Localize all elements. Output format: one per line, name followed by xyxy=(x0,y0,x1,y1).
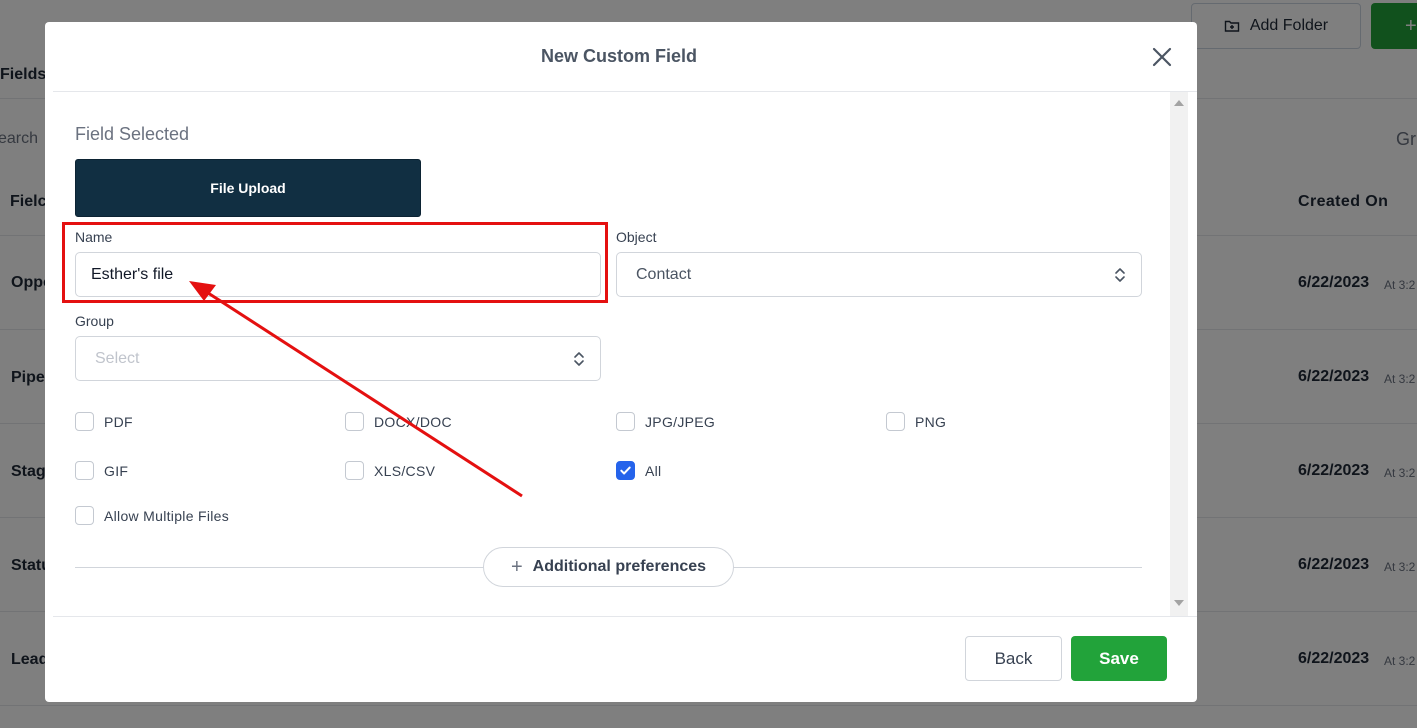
additional-preferences-label: Additional preferences xyxy=(532,558,707,575)
close-icon xyxy=(1152,47,1172,67)
new-custom-field-modal: New Custom Field Field Selected File Upl… xyxy=(45,22,1197,702)
checkbox-docx-doc[interactable]: DOCX/DOC xyxy=(345,412,452,431)
object-select-value: Contact xyxy=(636,265,692,283)
close-button[interactable] xyxy=(1150,45,1174,69)
checkbox-box[interactable] xyxy=(345,461,364,480)
select-arrows-icon xyxy=(1115,268,1125,282)
checkbox-label: PDF xyxy=(104,413,133,430)
check-icon xyxy=(620,466,631,475)
save-button[interactable]: Save xyxy=(1071,636,1167,681)
checkbox-label: All xyxy=(645,462,662,479)
field-selected-title: Field Selected xyxy=(75,124,190,144)
checkbox-box[interactable] xyxy=(616,412,635,431)
additional-preferences-button[interactable]: + Additional preferences xyxy=(483,547,734,587)
group-select-placeholder: Select xyxy=(95,349,140,367)
checkbox-label: GIF xyxy=(104,462,129,479)
modal-title: New Custom Field xyxy=(541,46,698,66)
checkbox-box[interactable] xyxy=(75,506,94,525)
modal-body: Field Selected File Upload Name Esther's… xyxy=(53,92,1170,616)
checkbox-box[interactable] xyxy=(75,412,94,431)
checkbox-box[interactable] xyxy=(75,461,94,480)
annotation-highlight-box xyxy=(62,222,608,303)
checkbox-pdf[interactable]: PDF xyxy=(75,412,133,431)
checkbox-label: JPG/JPEG xyxy=(645,413,716,430)
modal-scrollbar[interactable] xyxy=(1170,92,1188,616)
checkbox-png[interactable]: PNG xyxy=(886,412,946,431)
back-button[interactable]: Back xyxy=(965,636,1062,681)
checkbox-all[interactable]: All xyxy=(616,461,661,480)
footer-divider xyxy=(53,616,1197,617)
checkbox-label: DOCX/DOC xyxy=(374,413,452,430)
checkbox-box[interactable] xyxy=(886,412,905,431)
group-label: Group xyxy=(75,313,114,329)
object-label: Object xyxy=(616,229,657,245)
checkbox-xls-csv[interactable]: XLS/CSV xyxy=(345,461,435,480)
checkbox-jpg-jpeg[interactable]: JPG/JPEG xyxy=(616,412,715,431)
scroll-down-arrow-icon[interactable] xyxy=(1174,600,1184,606)
checkbox-label: XLS/CSV xyxy=(374,462,436,479)
checkbox-label: Allow Multiple Files xyxy=(104,507,230,524)
checkbox-box-checked[interactable] xyxy=(616,461,635,480)
object-select[interactable]: Contact xyxy=(616,252,1142,297)
field-type-button[interactable]: File Upload xyxy=(75,159,421,217)
group-select[interactable]: Select xyxy=(75,336,601,381)
checkbox-label: PNG xyxy=(915,413,947,430)
plus-icon: + xyxy=(510,555,523,578)
checkbox-gif[interactable]: GIF xyxy=(75,461,128,480)
select-arrows-icon xyxy=(574,352,584,366)
checkbox-box[interactable] xyxy=(345,412,364,431)
scroll-up-arrow-icon[interactable] xyxy=(1174,100,1184,106)
checkbox-allow-multiple-files[interactable]: Allow Multiple Files xyxy=(75,506,229,525)
